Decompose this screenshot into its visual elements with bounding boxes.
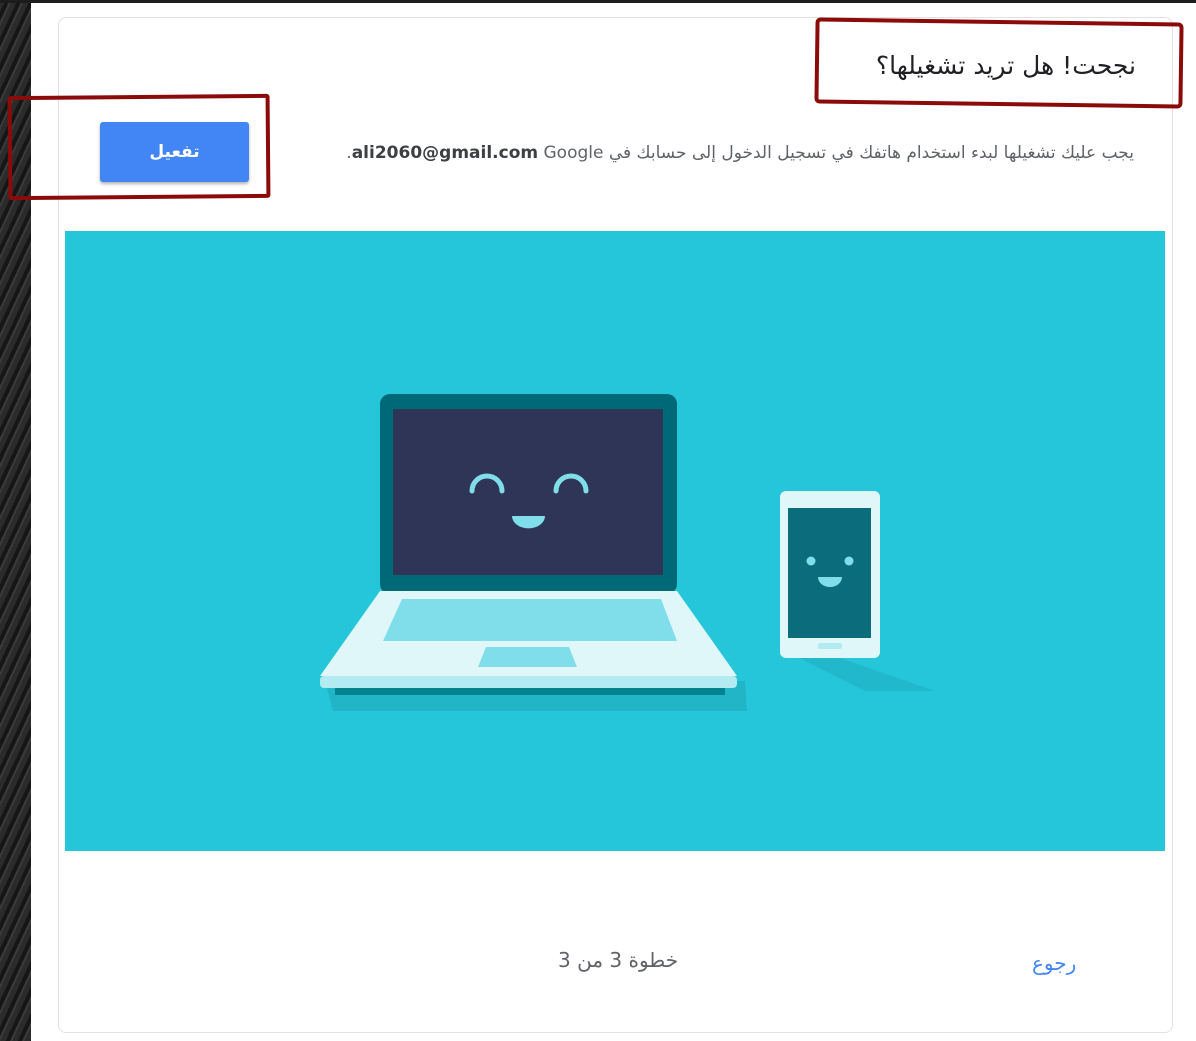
- laptop-smiling-icon: [320, 394, 737, 695]
- description-text: يجب عليك تشغيلها لبدء استخدام هاتفك في ت…: [608, 143, 1134, 163]
- account-email: ali2060@gmail.com: [351, 143, 539, 163]
- phone-smiling-icon: [780, 491, 880, 658]
- illustration-panel: [65, 231, 1165, 851]
- back-button[interactable]: رجوع: [1032, 951, 1076, 975]
- dialog-description: يجب عليك تشغيلها لبدء استخدام هاتفك في ت…: [346, 143, 1134, 163]
- annotation-title-highlight: [814, 17, 1184, 109]
- step-indicator: خطوة 3 من 3: [558, 948, 679, 972]
- background-top-strip: [0, 0, 1196, 3]
- annotation-button-highlight: [7, 93, 271, 201]
